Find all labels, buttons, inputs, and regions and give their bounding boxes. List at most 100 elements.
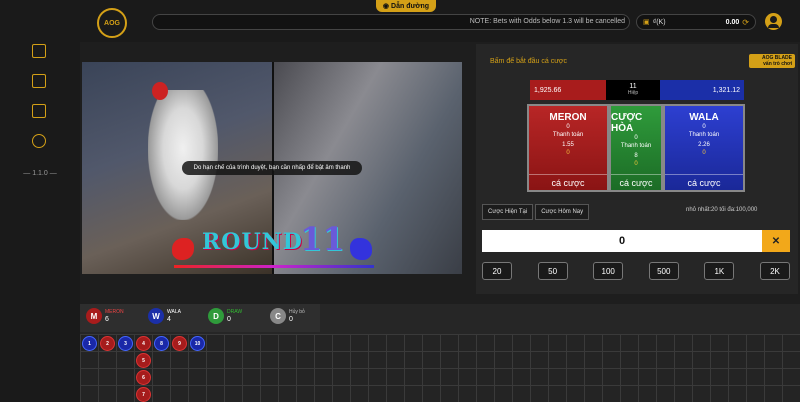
wala-summary-count: 4 [167, 316, 171, 323]
meron-payout-label: Thanh toán [552, 132, 584, 138]
user-icon[interactable] [765, 13, 782, 30]
summary-meron: M MERON 6 [86, 308, 124, 324]
cancel-summary-label: Hủy bỏ [289, 309, 305, 315]
draw-amount: 0 [634, 161, 638, 167]
meron-summary-count: 6 [105, 316, 109, 323]
chip-1k[interactable]: 1K [704, 262, 735, 280]
chip-row: 20 50 100 500 1K 2K [482, 262, 790, 280]
rooster-head-image [152, 82, 168, 100]
tab-today-bets[interactable]: Cược Hôm Nay [535, 204, 590, 220]
tab-current-bets[interactable]: Cược Hiện Tại [482, 204, 534, 220]
pool-bar: 1,925.66 11 Hiệp 1,321.12 [530, 80, 744, 100]
wala-odds: 2.26 [698, 142, 710, 148]
pool-round-sub: Hiệp [627, 90, 639, 96]
meron-value: 0 [566, 124, 570, 130]
wala-payout-label: Thanh toán [688, 132, 720, 138]
wala-name: WALA [689, 112, 719, 123]
top-bar: AOG ◉ Dẫn đường NOTE: Bets with Odds bel… [0, 0, 800, 42]
live-video[interactable]: Do hạn chế của trình duyệt, bạn cần nhấp… [82, 62, 462, 274]
bet-wala-box[interactable]: WALA 0 Thanh toán 2.26 0 cá cược [663, 104, 745, 192]
refresh-icon[interactable]: ⟳ [742, 18, 749, 27]
red-rooster-mascot-icon [172, 238, 194, 260]
panel-title: Bấm để bắt đầu cá cược [490, 58, 567, 65]
draw-summary-label: DRAW [227, 309, 243, 315]
draw-odds: 8 [634, 153, 638, 159]
chip-500[interactable]: 500 [648, 262, 679, 280]
pool-meron: 1,925.66 [530, 80, 606, 100]
results-board: M MERON 6 W WALA 4 D DRAW 0 C Hủy bỏ 0 1… [80, 304, 800, 402]
result-bead: 8 [154, 336, 169, 351]
round-label: ROUND [202, 229, 303, 255]
wala-summary-label: WALA [167, 309, 181, 315]
chip-2k[interactable]: 2K [759, 262, 790, 280]
result-bead: 4 [136, 336, 151, 351]
guide-icon: ◉ [382, 3, 390, 10]
rooster-image [148, 90, 218, 220]
balance-amount: 0.00 [725, 18, 740, 26]
document-icon[interactable] [32, 104, 46, 118]
meron-name: MERON [549, 112, 587, 123]
bet-history-icon[interactable] [32, 44, 46, 58]
pool-round: 11 Hiệp [606, 80, 660, 100]
app-root: AOG ◉ Dẫn đường NOTE: Bets with Odds bel… [0, 0, 800, 402]
draw-value: 0 [634, 135, 638, 141]
pool-wala: 1,321.12 [660, 80, 744, 100]
brand-line2: vấn trò chơi [763, 61, 792, 67]
clear-amount-button[interactable]: ✕ [762, 230, 790, 252]
summary-draw: D DRAW 0 [208, 308, 242, 324]
draw-name: CƯỢC HÒA [611, 112, 643, 134]
cancel-summary-count: 0 [289, 316, 293, 323]
bet-history-tabs: Cược Hiện Tại Cược Hôm Nay [482, 204, 590, 220]
draw-bet-button[interactable]: cá cược [611, 174, 661, 190]
meron-summary-label: MERON [105, 309, 124, 315]
bead-road-grid: 1 2 3 4 8 9 10 5 6 7 [80, 334, 800, 402]
wala-value: 0 [702, 124, 706, 130]
bet-amount-input[interactable] [482, 230, 762, 252]
chip-100[interactable]: 100 [593, 262, 624, 280]
guide-button[interactable]: ◉ Dẫn đường [376, 0, 436, 12]
close-icon: ✕ [771, 235, 781, 247]
results-summary: M MERON 6 W WALA 4 D DRAW 0 C Hủy bỏ 0 [80, 304, 320, 332]
bet-meron-box[interactable]: MERON 0 Thanh toán 1.55 0 cá cược [527, 104, 609, 192]
wala-bet-button[interactable]: cá cược [665, 174, 743, 190]
draw-payout-label: Thanh toán [620, 143, 652, 149]
meron-amount: 0 [566, 150, 570, 156]
currency-label: ₫(K) [652, 18, 666, 26]
result-bead: 7 [136, 387, 151, 402]
draw-badge: D [208, 308, 224, 324]
sidebar: — 1.1.0 — [0, 42, 80, 402]
brand-badge: AOG BLADE vấn trò chơi [749, 54, 795, 68]
cancel-badge: C [270, 308, 286, 324]
chip-20[interactable]: 20 [482, 262, 512, 280]
round-number: 11 [300, 220, 345, 258]
wallet-icon: ▣ [643, 19, 650, 26]
sound-tip[interactable]: Do hạn chế của trình duyệt, bạn cần nhấp… [182, 161, 362, 175]
result-bead: 9 [172, 336, 187, 351]
summary-wala: W WALA 4 [148, 308, 181, 324]
draw-summary-count: 0 [227, 316, 231, 323]
result-bead: 3 [118, 336, 133, 351]
wala-amount: 0 [702, 150, 706, 156]
meron-badge: M [86, 308, 102, 324]
result-bead: 10 [190, 336, 205, 351]
version-label: — 1.1.0 — [23, 170, 57, 177]
aog-logo[interactable]: AOG [97, 8, 127, 38]
result-bead: 6 [136, 370, 151, 385]
statement-icon[interactable] [32, 74, 46, 88]
bet-limits: nhỏ nhất:20 tối đa:100,000 [686, 207, 758, 213]
round-banner-bar [174, 265, 374, 268]
bet-draw-box[interactable]: CƯỢC HÒA 0 Thanh toán 8 0 cá cược [609, 104, 663, 192]
result-bead: 1 [82, 336, 97, 351]
betting-panel: Bấm để bắt đầu cá cược AOG BLADE vấn trò… [476, 44, 798, 294]
meron-bet-button[interactable]: cá cược [529, 174, 607, 190]
result-bead: 2 [100, 336, 115, 351]
blue-rooster-mascot-icon [350, 238, 372, 260]
settings-gear-icon[interactable] [32, 134, 46, 148]
result-bead: 5 [136, 353, 151, 368]
summary-cancel: C Hủy bỏ 0 [270, 308, 305, 324]
chip-50[interactable]: 50 [537, 262, 568, 280]
notice-marquee: NOTE: Bets with Odds below 1.3 will be c… [152, 14, 630, 30]
wala-badge: W [148, 308, 164, 324]
guide-label: Dẫn đường [391, 2, 430, 10]
balance-box: ▣ ₫(K) 0.00 ⟳ [636, 14, 756, 30]
